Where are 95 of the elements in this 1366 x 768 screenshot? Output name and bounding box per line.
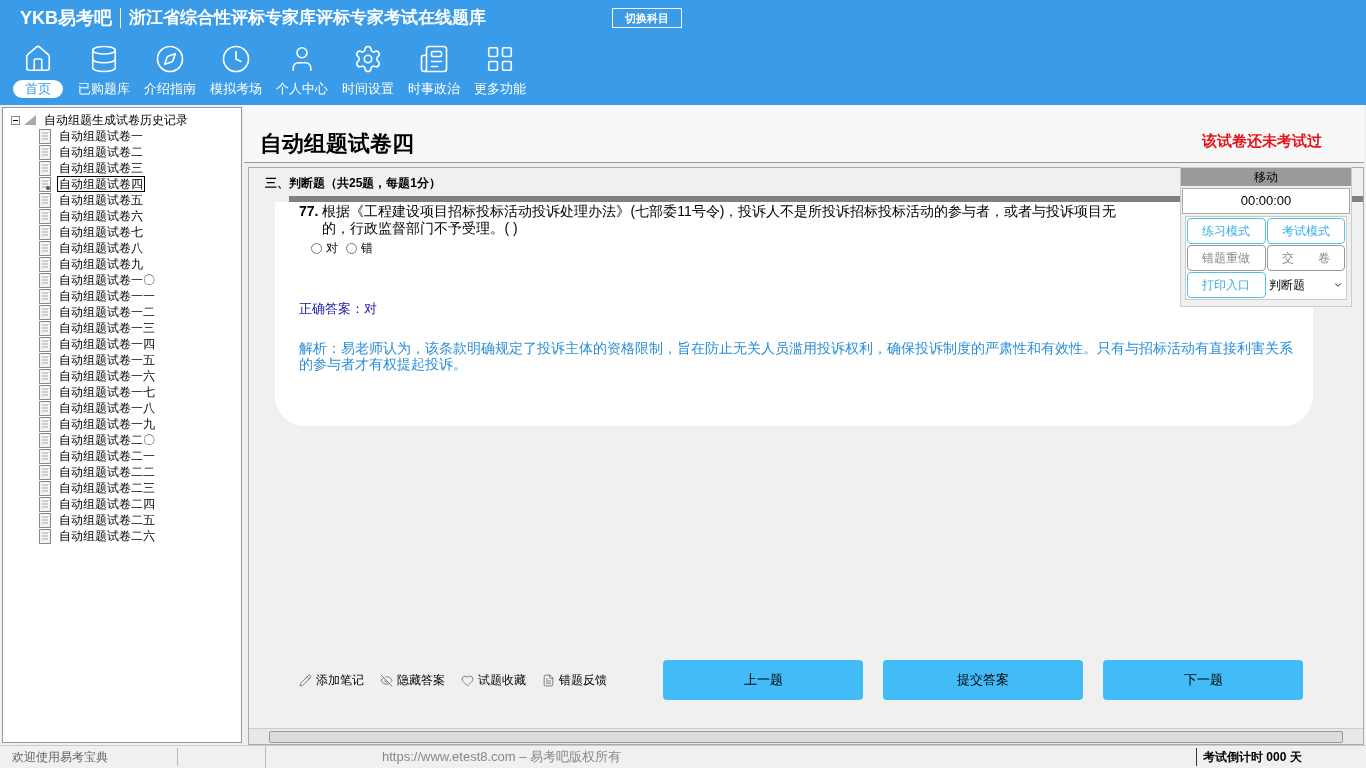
document-icon bbox=[39, 368, 51, 384]
document-icon bbox=[39, 208, 51, 224]
settings-icon bbox=[353, 44, 383, 74]
document-icon bbox=[39, 512, 51, 528]
tree-item[interactable]: 自动组题试卷一七 bbox=[57, 385, 157, 399]
tree-item[interactable]: 自动组题试卷二二 bbox=[57, 465, 157, 479]
question-number: 77. bbox=[299, 203, 319, 221]
document-icon bbox=[39, 352, 51, 368]
tree-item[interactable]: 自动组题试卷一四 bbox=[57, 337, 157, 351]
database-icon bbox=[89, 44, 119, 74]
tree-item[interactable]: 自动组题试卷四 bbox=[57, 176, 145, 192]
app-title: 浙江省综合性评标专家库评标专家考试在线题库 bbox=[129, 7, 486, 30]
welcome-text: 欢迎使用易考宝典 bbox=[0, 748, 178, 766]
nav-button[interactable]: 上一题 bbox=[663, 660, 863, 700]
document-icon bbox=[39, 464, 51, 480]
document-icon bbox=[39, 288, 51, 304]
tree-item[interactable]: 自动组题试卷二 bbox=[57, 145, 145, 159]
tree-item[interactable]: 自动组题试卷八 bbox=[57, 241, 145, 255]
tree-item[interactable]: 自动组题试卷九 bbox=[57, 257, 145, 271]
pencil-icon bbox=[299, 673, 312, 687]
document-icon bbox=[39, 304, 51, 320]
nav-button[interactable]: 下一题 bbox=[1103, 660, 1303, 700]
document-icon bbox=[39, 384, 51, 400]
tree-item[interactable]: 自动组题试卷二一 bbox=[57, 449, 157, 463]
option-label[interactable]: 对 bbox=[326, 239, 338, 257]
timer: 00:00:00 bbox=[1182, 188, 1350, 214]
document-icon bbox=[39, 336, 51, 352]
logo: YKB易考吧 bbox=[20, 6, 112, 30]
document-icon bbox=[39, 448, 51, 464]
tree-item[interactable]: 自动组题试卷一二 bbox=[57, 305, 157, 319]
collapse-toggle[interactable] bbox=[11, 115, 20, 125]
document-icon bbox=[39, 528, 51, 544]
document-icon bbox=[39, 160, 51, 176]
triangle-icon bbox=[24, 115, 36, 125]
dropdown-caret-icon bbox=[1333, 280, 1343, 290]
section-heading: 三、判断题（共25题，每题1分） bbox=[265, 175, 442, 192]
analysis-text: 解析：易老师认为，该条款明确规定了投诉主体的资格限制，旨在防止无关人员滥用投诉权利，确保投诉制度的严肃性和有效性。只有与招标活动有直接利害关系的参与者才有权提起投诉。 bbox=[299, 340, 1294, 373]
tool-link[interactable]: 添加笔记 bbox=[299, 671, 364, 689]
paper-title: 自动组题试卷四 bbox=[260, 130, 414, 158]
option-label[interactable]: 错 bbox=[361, 239, 373, 257]
tool-link[interactable]: 隐藏答案 bbox=[380, 671, 445, 689]
question-text: 的，行政监督部门不予受理。( ) bbox=[322, 220, 519, 237]
document-icon bbox=[39, 224, 51, 240]
document-icon bbox=[39, 256, 51, 272]
document-pin-icon bbox=[39, 176, 51, 192]
document-icon bbox=[542, 673, 555, 687]
tool-link[interactable]: 试题收藏 bbox=[461, 671, 526, 689]
home-icon bbox=[23, 44, 53, 74]
panel-button[interactable]: 交 卷 bbox=[1266, 245, 1345, 271]
countdown-text: 考试倒计时 000 天 bbox=[1196, 748, 1366, 766]
tree-item[interactable]: 自动组题试卷一六 bbox=[57, 369, 157, 383]
tree-item[interactable]: 自动组题试卷一九 bbox=[57, 417, 157, 431]
tree-item[interactable]: 自动组题试卷二三 bbox=[57, 481, 157, 495]
paper-status: 该试卷还未考试过 bbox=[1202, 130, 1322, 151]
question-text: 根据《工程建设项目招标投标活动投诉处理办法》(七部委11号令)，投诉人不是所投诉招标投标活动的参与者，或者与投诉项目无 bbox=[322, 203, 1117, 220]
tree-item[interactable]: 自动组题试卷一〇 bbox=[57, 273, 157, 287]
tree-item[interactable]: 自动组题试卷三 bbox=[57, 161, 145, 175]
radio-button[interactable] bbox=[311, 242, 322, 254]
document-icon bbox=[39, 240, 51, 256]
newspaper-icon bbox=[419, 44, 449, 74]
tree-item[interactable]: 自动组题试卷一 bbox=[57, 129, 145, 143]
copyright-text: https://www.etest8.com – 易考吧版权所有 bbox=[381, 748, 623, 767]
document-icon bbox=[39, 320, 51, 336]
nav-button[interactable]: 提交答案 bbox=[883, 660, 1083, 700]
document-icon bbox=[39, 144, 51, 160]
correct-answer: 正确答案：对 bbox=[299, 300, 378, 318]
tree-item[interactable]: 自动组题试卷一三 bbox=[57, 321, 157, 335]
tree-item[interactable]: 自动组题试卷二五 bbox=[57, 513, 157, 527]
document-icon bbox=[39, 480, 51, 496]
document-icon bbox=[39, 272, 51, 288]
tool-link[interactable]: 错题反馈 bbox=[542, 671, 607, 689]
tree-item[interactable]: 自动组题试卷七 bbox=[57, 225, 145, 239]
heart-icon bbox=[461, 673, 474, 687]
radio-button[interactable] bbox=[346, 242, 357, 254]
document-icon bbox=[39, 416, 51, 432]
document-icon bbox=[39, 496, 51, 512]
tree-item[interactable]: 自动组题试卷六 bbox=[57, 209, 145, 223]
tree-item[interactable]: 自动组题试卷一五 bbox=[57, 353, 157, 367]
clock-icon bbox=[221, 44, 251, 74]
eye-icon bbox=[380, 673, 393, 687]
tree-item[interactable]: 自动组题试卷一一 bbox=[57, 289, 157, 303]
tree-item[interactable]: 自动组题试卷二四 bbox=[57, 497, 157, 511]
tree-item[interactable]: 自动组题试卷五 bbox=[57, 193, 145, 207]
panel-title[interactable]: 移动 bbox=[1181, 168, 1351, 186]
document-icon bbox=[39, 192, 51, 208]
document-icon bbox=[39, 128, 51, 144]
tree-root[interactable]: 自动组题生成试卷历史记录 bbox=[44, 111, 188, 129]
grid-icon bbox=[485, 44, 515, 74]
panel-button[interactable]: 错题重做 bbox=[1187, 245, 1266, 271]
document-icon bbox=[39, 432, 51, 448]
tree-item[interactable]: 自动组题试卷二〇 bbox=[57, 433, 157, 447]
compass-icon bbox=[155, 44, 185, 74]
tree-item[interactable]: 自动组题试卷一八 bbox=[57, 401, 157, 415]
document-icon bbox=[39, 400, 51, 416]
tree-item[interactable]: 自动组题试卷二六 bbox=[57, 529, 157, 543]
